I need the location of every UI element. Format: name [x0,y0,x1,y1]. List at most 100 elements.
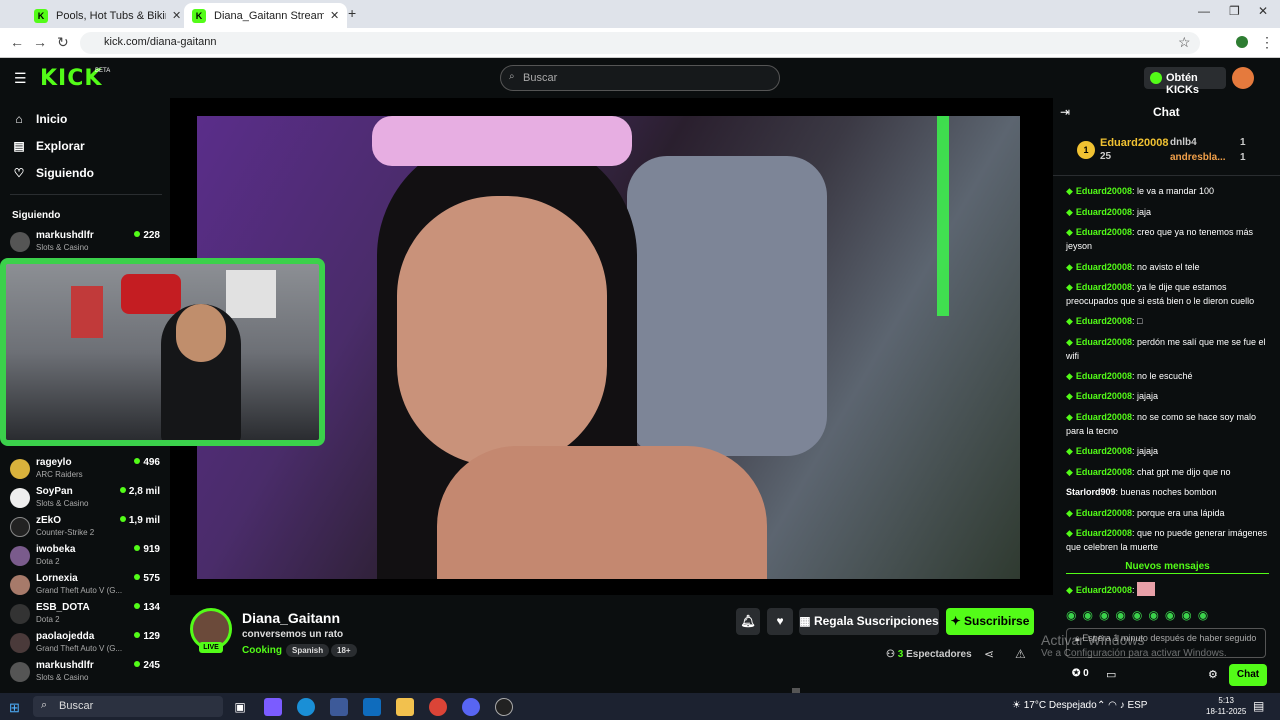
chat-message: ◆ Eduard20008: no se como se hace soy mal… [1066,412,1257,436]
report-icon[interactable]: ⚠ [1015,647,1026,661]
close-tab-icon[interactable]: ✕ [330,9,339,22]
file-explorer-icon[interactable] [396,698,414,716]
reload-icon[interactable]: ↻ [57,34,69,51]
clock[interactable]: 5:13 18-11-2025 [1206,695,1246,717]
followed-channel[interactable]: paolaojedda Grand Theft Auto V (G... 129 [10,629,160,657]
gift-subs-button[interactable]: ▦ Regala Suscripciones [799,608,939,635]
leader-name[interactable]: andresbla... [1170,152,1226,163]
search-input[interactable]: ⌕ Buscar [500,65,780,91]
nav-following[interactable]: ♡ Siguiendo [12,166,94,180]
back-icon[interactable]: ← [10,34,24,50]
new-tab-icon[interactable]: + [348,5,356,21]
streamer-name[interactable]: Diana_Gaitann [242,610,340,626]
menu-dots-icon[interactable]: ⋮ [1260,34,1274,51]
browser-tab[interactable]: K Pools, Hot Tubs & Bikinis Strea ✕ [26,3,189,28]
subscribe-button[interactable]: ✦ Suscribirse [946,608,1034,635]
chat-text: no avisto el tele [1136,262,1200,272]
tag-language[interactable]: Spanish [286,644,330,657]
chat-username[interactable]: Eduard20008 [1076,371,1132,381]
chat-username[interactable]: Eduard20008 [1076,391,1132,401]
followed-channel[interactable]: Lornexia Grand Theft Auto V (G... 575 [10,571,160,599]
edge-icon[interactable] [297,698,315,716]
profile-icon[interactable] [1236,36,1248,48]
chat-username[interactable]: Eduard20008 [1076,528,1132,538]
avatar [10,517,30,537]
nav-explore[interactable]: ▤ Explorar [12,139,84,153]
tag-age[interactable]: 18+ [331,644,357,657]
chat-username[interactable]: Eduard20008 [1076,227,1132,237]
obs-icon[interactable] [495,698,513,716]
badge-icon: ◆ [1066,262,1073,272]
hamburger-menu-icon[interactable]: ☰ [14,70,27,87]
user-avatar[interactable] [1232,67,1254,89]
store-app-icon[interactable] [330,698,348,716]
chat-username[interactable]: Eduard20008 [1076,207,1132,217]
chat-username[interactable]: Eduard20008 [1076,186,1132,196]
chat-username[interactable]: Starlord909 [1066,487,1116,497]
chat-username[interactable]: Eduard20008 [1076,446,1132,456]
channel-points[interactable]: ✪ 0 [1072,668,1089,679]
discord-icon[interactable] [462,698,480,716]
stream-category[interactable]: Cooking [242,645,282,656]
new-messages-divider[interactable]: Nuevos mensajes [1066,561,1269,574]
followed-channel[interactable]: zEkO Counter-Strike 2 1,9 mil [10,513,160,541]
minimize-icon[interactable]: — [1198,4,1210,18]
nav-home[interactable]: ⌂ Inicio [12,112,67,126]
channel-category: Dota 2 [36,615,60,624]
channel-category: Dota 2 [36,557,60,566]
viewer-count: 1,9 mil [120,515,160,526]
task-view-icon[interactable]: ▣ [231,698,249,716]
settings-gear-icon[interactable]: ⚙ [1208,668,1218,681]
chat-username[interactable]: Eduard20008 [1076,316,1132,326]
outlook-icon[interactable] [363,698,381,716]
emote-bar[interactable]: ◉◉◉◉◉◉◉◉◉ [1066,608,1214,622]
close-tab-icon[interactable]: ✕ [172,9,181,22]
chat-username[interactable]: Eduard20008 [1076,337,1132,347]
notifications-icon[interactable]: ▤ [1253,699,1264,713]
leader-name[interactable]: dnlb4 [1170,137,1197,148]
notifications-button[interactable]: 🔔︎ [736,608,760,635]
chat-text: no le escuché [1136,371,1193,381]
follow-button[interactable]: ♥ [767,608,793,635]
channel-name: ESB_DOTA [36,602,90,613]
browser-tab-active[interactable]: K Diana_Gaitann Stream - Wa ✕ [184,3,348,28]
copilot-icon[interactable] [264,698,282,716]
leader-name[interactable]: Eduard20008 [1100,137,1168,149]
weather-widget[interactable]: ☀ 17°C Despejado [1012,700,1097,711]
get-kicks-button[interactable]: Obtén KICKs [1144,67,1226,96]
chat-text: jaja [1136,207,1151,217]
star-icon: ✦ [950,614,964,628]
followed-channel[interactable]: iwobeka Dota 2 919 [10,542,160,570]
forward-icon[interactable]: → [33,34,47,50]
followed-channel[interactable]: rageylo ARC Raiders 496 [10,455,160,483]
kick-logo[interactable]: KICK [40,66,102,91]
tab-title: Diana_Gaitann Stream - Wa [214,9,324,22]
channel-name: markushdlfr [36,660,94,671]
chat-username[interactable]: Eduard20008 [1076,412,1132,422]
chat-username[interactable]: Eduard20008 [1076,262,1132,272]
followed-channel[interactable]: ESB_DOTA Dota 2 134 [10,600,160,628]
windows-start-icon[interactable]: ⊞ [9,700,20,716]
send-chat-button[interactable]: Chat [1229,664,1267,686]
chat-username[interactable]: Eduard20008 [1076,585,1132,595]
close-window-icon[interactable]: ✕ [1258,4,1268,18]
badge-icon: ◆ [1066,446,1073,456]
followed-channel[interactable]: markushdlfr Slots & Casino 228 [10,228,160,256]
collapse-chat-icon[interactable]: ⇥ [1060,105,1070,119]
store-icon[interactable]: ▭ [1106,668,1116,681]
taskbar-search[interactable]: ⌕ Buscar [33,696,223,717]
chat-username[interactable]: Eduard20008 [1076,508,1132,518]
leader-value: 25 [1100,151,1112,162]
system-tray[interactable]: ⌃ ◠ ♪ ESP [1097,700,1147,711]
bookmark-star-icon[interactable]: ☆ [1178,34,1191,51]
chrome-icon[interactable] [429,698,447,716]
share-icon[interactable]: ⋖ [984,647,994,661]
restore-icon[interactable]: ❐ [1229,4,1240,18]
avatar [10,662,30,682]
chat-username[interactable]: Eduard20008 [1076,467,1132,477]
url-field[interactable]: kick.com/diana-gaitann [80,32,1200,54]
chat-username[interactable]: Eduard20008 [1076,282,1132,292]
badge-icon: ◆ [1066,207,1073,217]
followed-channel[interactable]: markushdlfr Slots & Casino 245 [10,658,160,686]
followed-channel[interactable]: SoyPan Slots & Casino 2,8 mil [10,484,160,512]
